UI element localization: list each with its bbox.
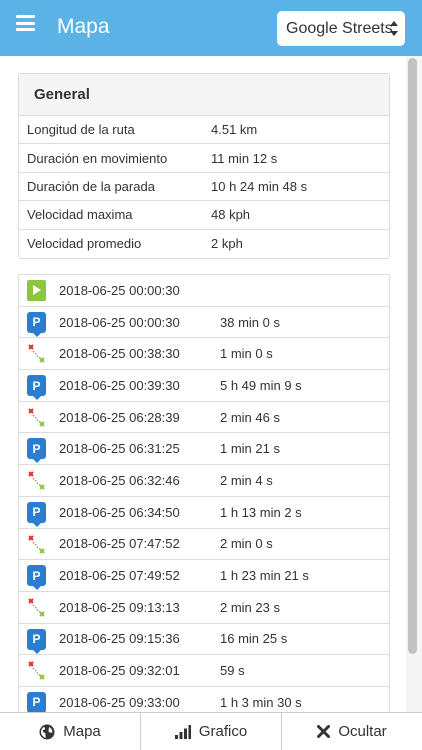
summary-label: Duración de la parada [27,178,155,194]
general-panel-title: General [19,74,389,116]
map-button[interactable]: Mapa [0,713,141,750]
event-row[interactable]: 2018-06-25 06:32:46 2 min 4 s [19,465,389,497]
event-row[interactable]: P 2018-06-25 06:31:25 1 min 21 s [19,433,389,466]
footer-toolbar: Mapa Grafico Ocultar [0,712,422,750]
event-datetime: 2018-06-25 09:32:01 [59,663,180,679]
event-duration: 38 min 0 s [220,314,280,330]
parking-icon: P [27,375,46,401]
summary-row: Longitud de la ruta 4.51 km [19,116,389,145]
event-datetime: 2018-06-25 09:15:36 [59,631,180,647]
menu-icon[interactable] [16,15,35,31]
event-row[interactable]: P 2018-06-25 00:00:30 38 min 0 s [19,307,389,339]
event-row[interactable]: 2018-06-25 00:38:30 1 min 0 s [19,338,389,371]
route-segment-icon [28,534,45,554]
page-title: Mapa [57,15,110,38]
route-segment-icon [28,661,45,680]
event-duration: 1 min 21 s [220,441,280,457]
event-datetime: 2018-06-25 00:00:30 [59,314,180,330]
event-duration: 5 h 49 min 9 s [220,377,302,393]
event-datetime: 2018-06-25 00:39:30 [59,377,180,393]
event-row[interactable]: 2018-06-25 09:32:01 59 s [19,655,389,687]
route-segment-icon [28,471,45,490]
scrollbar-thumb[interactable] [408,58,417,654]
event-row[interactable]: 2018-06-25 00:00:30 [19,275,389,307]
parking-icon: P [27,501,46,527]
event-duration: 2 min 0 s [220,536,273,552]
event-duration: 2 min 23 s [220,599,280,615]
event-datetime: 2018-06-25 07:49:52 [59,568,180,584]
content-area: General Longitud de la ruta 4.51 km Duraci… [0,56,406,712]
parking-icon: P [27,311,46,337]
route-segment-icon [28,408,45,427]
events-list: 2018-06-25 00:00:30 P 2018-06-25 00:00:30 3… [18,274,390,712]
event-duration: 1 min 0 s [220,346,273,362]
event-datetime: 2018-06-25 00:38:30 [59,346,180,362]
route-segment-icon [28,344,45,364]
general-panel: General Longitud de la ruta 4.51 km Duraci… [18,73,390,259]
parking-icon: P [27,565,46,591]
event-row[interactable]: 2018-06-25 09:13:13 2 min 23 s [19,592,389,624]
bar-chart-icon [174,724,191,739]
chart-button-label: Grafico [198,723,248,740]
event-row[interactable]: P 2018-06-25 09:15:36 16 min 25 s [19,624,389,656]
chart-button[interactable]: Grafico [141,713,282,750]
summary-label: Duración en movimiento [27,150,168,166]
route-segment-icon [28,598,45,617]
summary-row: Velocidad maxima 48 kph [19,201,389,230]
event-duration: 1 h 3 min 30 s [220,694,302,710]
event-datetime: 2018-06-25 09:13:13 [59,599,180,615]
map-layer-select[interactable]: Google Streets [277,11,405,46]
hide-button[interactable]: Ocultar [282,713,422,750]
hide-button-label: Ocultar [338,723,387,740]
event-row[interactable]: 2018-06-25 06:28:39 2 min 46 s [19,402,389,434]
close-icon [317,725,331,738]
event-datetime: 2018-06-25 06:28:39 [59,409,180,425]
summary-row: Velocidad promedio 2 kph [19,230,389,258]
event-datetime: 2018-06-25 06:34:50 [59,504,180,520]
summary-value: 2 kph [211,236,243,252]
summary-value: 10 h 24 min 48 s [211,178,308,194]
event-datetime: 2018-06-25 06:31:25 [59,441,180,457]
event-duration: 1 h 13 min 2 s [220,504,302,520]
summary-value: 11 min 12 s [211,150,278,166]
summary-value: 4.51 km [211,122,258,138]
summary-label: Longitud de la ruta [27,122,135,138]
event-duration: 59 s [220,663,245,679]
app-header: Mapa Google Streets [0,0,422,56]
parking-icon: P [27,691,46,712]
summary-label: Velocidad maxima [27,207,133,223]
event-row[interactable]: 2018-06-25 07:47:52 2 min 0 s [19,529,389,561]
event-duration: 2 min 4 s [220,472,273,488]
event-datetime: 2018-06-25 06:32:46 [59,472,180,488]
summary-row: Duración en movimiento 11 min 12 s [19,144,389,173]
globe-icon [39,724,55,739]
event-datetime: 2018-06-25 07:47:52 [59,536,180,552]
event-row[interactable]: P 2018-06-25 00:39:30 5 h 49 min 9 s [19,370,389,402]
summary-value: 48 kph [211,207,251,223]
event-row[interactable]: P 2018-06-25 06:34:50 1 h 13 min 2 s [19,497,389,529]
event-datetime: 2018-06-25 00:00:30 [59,282,180,298]
select-arrows-icon [390,21,398,36]
map-button-label: Mapa [63,723,101,740]
event-duration: 2 min 46 s [220,409,280,425]
event-duration: 1 h 23 min 21 s [220,568,309,584]
event-duration: 16 min 25 s [220,631,288,647]
parking-icon: P [27,438,46,464]
event-datetime: 2018-06-25 09:33:00 [59,694,180,710]
event-row[interactable]: P 2018-06-25 09:33:00 1 h 3 min 30 s [19,687,389,712]
summary-row: Duración de la parada 10 h 24 min 48 s [19,173,389,202]
event-row[interactable]: P 2018-06-25 07:49:52 1 h 23 min 21 s [19,560,389,592]
summary-label: Velocidad promedio [27,236,142,252]
map-layer-select-value: Google Streets [286,19,393,37]
parking-icon: P [27,628,46,654]
route-start-icon [27,280,46,301]
